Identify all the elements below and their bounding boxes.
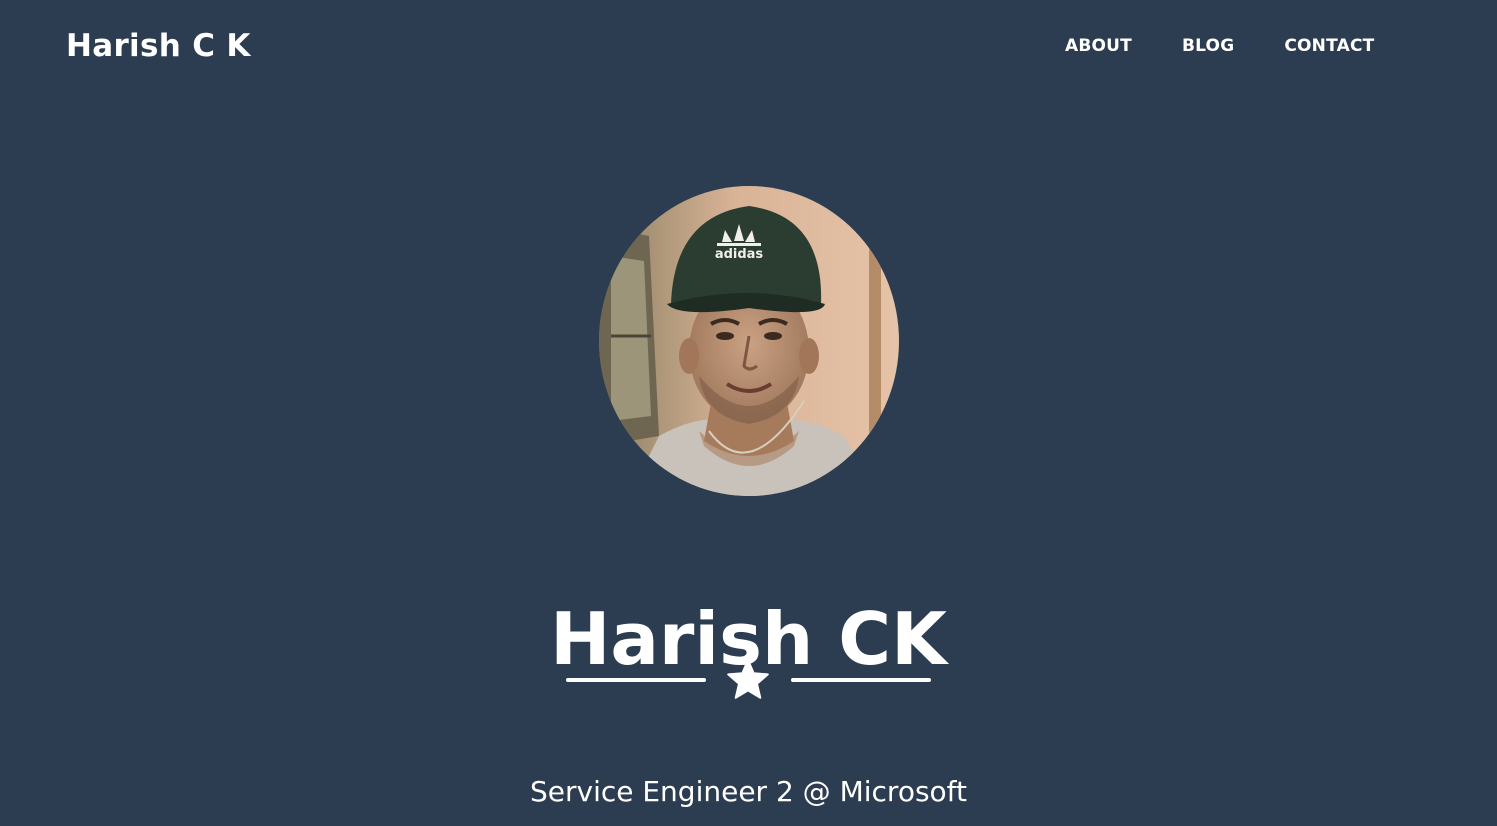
- navbar: Harish C K ABOUT BLOG CONTACT: [0, 0, 1497, 92]
- avatar: adidas: [599, 186, 899, 496]
- nav-links: ABOUT BLOG CONTACT: [1040, 33, 1374, 59]
- hero-subtitle: Service Engineer 2 @ Microsoft: [529, 775, 968, 808]
- divider-line-left: [566, 678, 706, 682]
- nav-link-contact[interactable]: CONTACT: [1259, 33, 1374, 59]
- page: Harish C K ABOUT BLOG CONTACT adidas Har…: [0, 0, 1497, 826]
- svg-text:adidas: adidas: [715, 247, 764, 262]
- nav-link-about[interactable]: ABOUT: [1040, 33, 1157, 59]
- nav-link-blog[interactable]: BLOG: [1157, 33, 1259, 59]
- star-icon: [727, 659, 769, 699]
- profile-photo: adidas: [599, 186, 899, 496]
- divider-line-right: [791, 678, 931, 682]
- star-divider: [0, 658, 1497, 702]
- brand-link[interactable]: Harish C K: [66, 24, 251, 68]
